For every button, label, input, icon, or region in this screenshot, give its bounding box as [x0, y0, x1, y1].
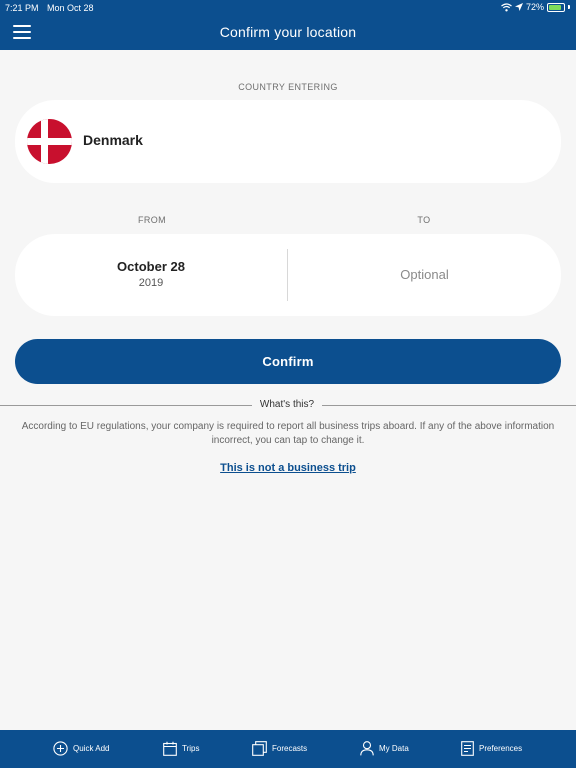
- not-business-trip-link[interactable]: This is not a business trip: [0, 462, 576, 474]
- from-year-value: 2019: [138, 277, 164, 289]
- plus-circle-icon: [53, 741, 68, 756]
- confirm-button[interactable]: Confirm: [15, 339, 561, 384]
- eu-regulation-explanation: According to EU regulations, your compan…: [21, 421, 555, 446]
- battery-icon: [547, 2, 565, 12]
- status-bar: 7:21 PM Mon Oct 28 72%: [0, 0, 576, 16]
- status-indicators: 72%: [501, 2, 570, 12]
- wifi-icon: [501, 2, 512, 11]
- location-arrow-icon: [514, 3, 523, 11]
- to-date-placeholder: Optional: [400, 267, 449, 282]
- top-bar: 7:21 PM Mon Oct 28 72% Confirm your loca…: [0, 0, 576, 50]
- status-time: 7:21 PM: [5, 3, 39, 13]
- whats-this-divider: What's this?: [0, 398, 576, 414]
- whats-this-label: What's this?: [259, 399, 315, 410]
- from-label: FROM: [137, 215, 167, 225]
- document-list-icon: [461, 741, 474, 756]
- tab-label: Preferences: [479, 744, 523, 753]
- tab-preferences[interactable]: Preferences: [461, 741, 522, 756]
- page-title: Confirm your location: [219, 24, 357, 40]
- country-section-label: COUNTRY ENTERING: [238, 82, 338, 92]
- to-label: TO: [417, 215, 431, 225]
- tab-forecasts[interactable]: Forecasts: [252, 741, 307, 756]
- tab-label: My Data: [379, 744, 409, 753]
- tab-label: Trips: [182, 744, 200, 753]
- tab-trips[interactable]: Trips: [163, 741, 199, 756]
- battery-percent: 72%: [525, 2, 544, 12]
- country-selector[interactable]: Denmark: [15, 100, 561, 183]
- denmark-flag-icon: [27, 119, 72, 164]
- tab-quick-add[interactable]: Quick Add: [53, 741, 109, 756]
- status-date: Mon Oct 28: [47, 3, 94, 13]
- calendar-icon: [163, 741, 177, 756]
- tab-label: Quick Add: [73, 744, 110, 753]
- from-date-value: October 28: [117, 259, 185, 274]
- country-name: Denmark: [83, 132, 143, 148]
- from-date-picker[interactable]: October 28 2019: [15, 234, 287, 316]
- tab-label: Forecasts: [272, 744, 308, 753]
- confirm-location-screen: 7:21 PM Mon Oct 28 72% Confirm your loca…: [0, 0, 576, 768]
- date-range-card: October 28 2019 Optional: [15, 234, 561, 316]
- to-date-picker[interactable]: Optional: [288, 234, 561, 316]
- bottom-tab-bar: Quick Add Trips Forecasts My Data Prefer…: [0, 730, 576, 768]
- stacked-pages-icon: [252, 741, 267, 756]
- person-icon: [360, 741, 374, 756]
- tab-my-data[interactable]: My Data: [360, 741, 409, 756]
